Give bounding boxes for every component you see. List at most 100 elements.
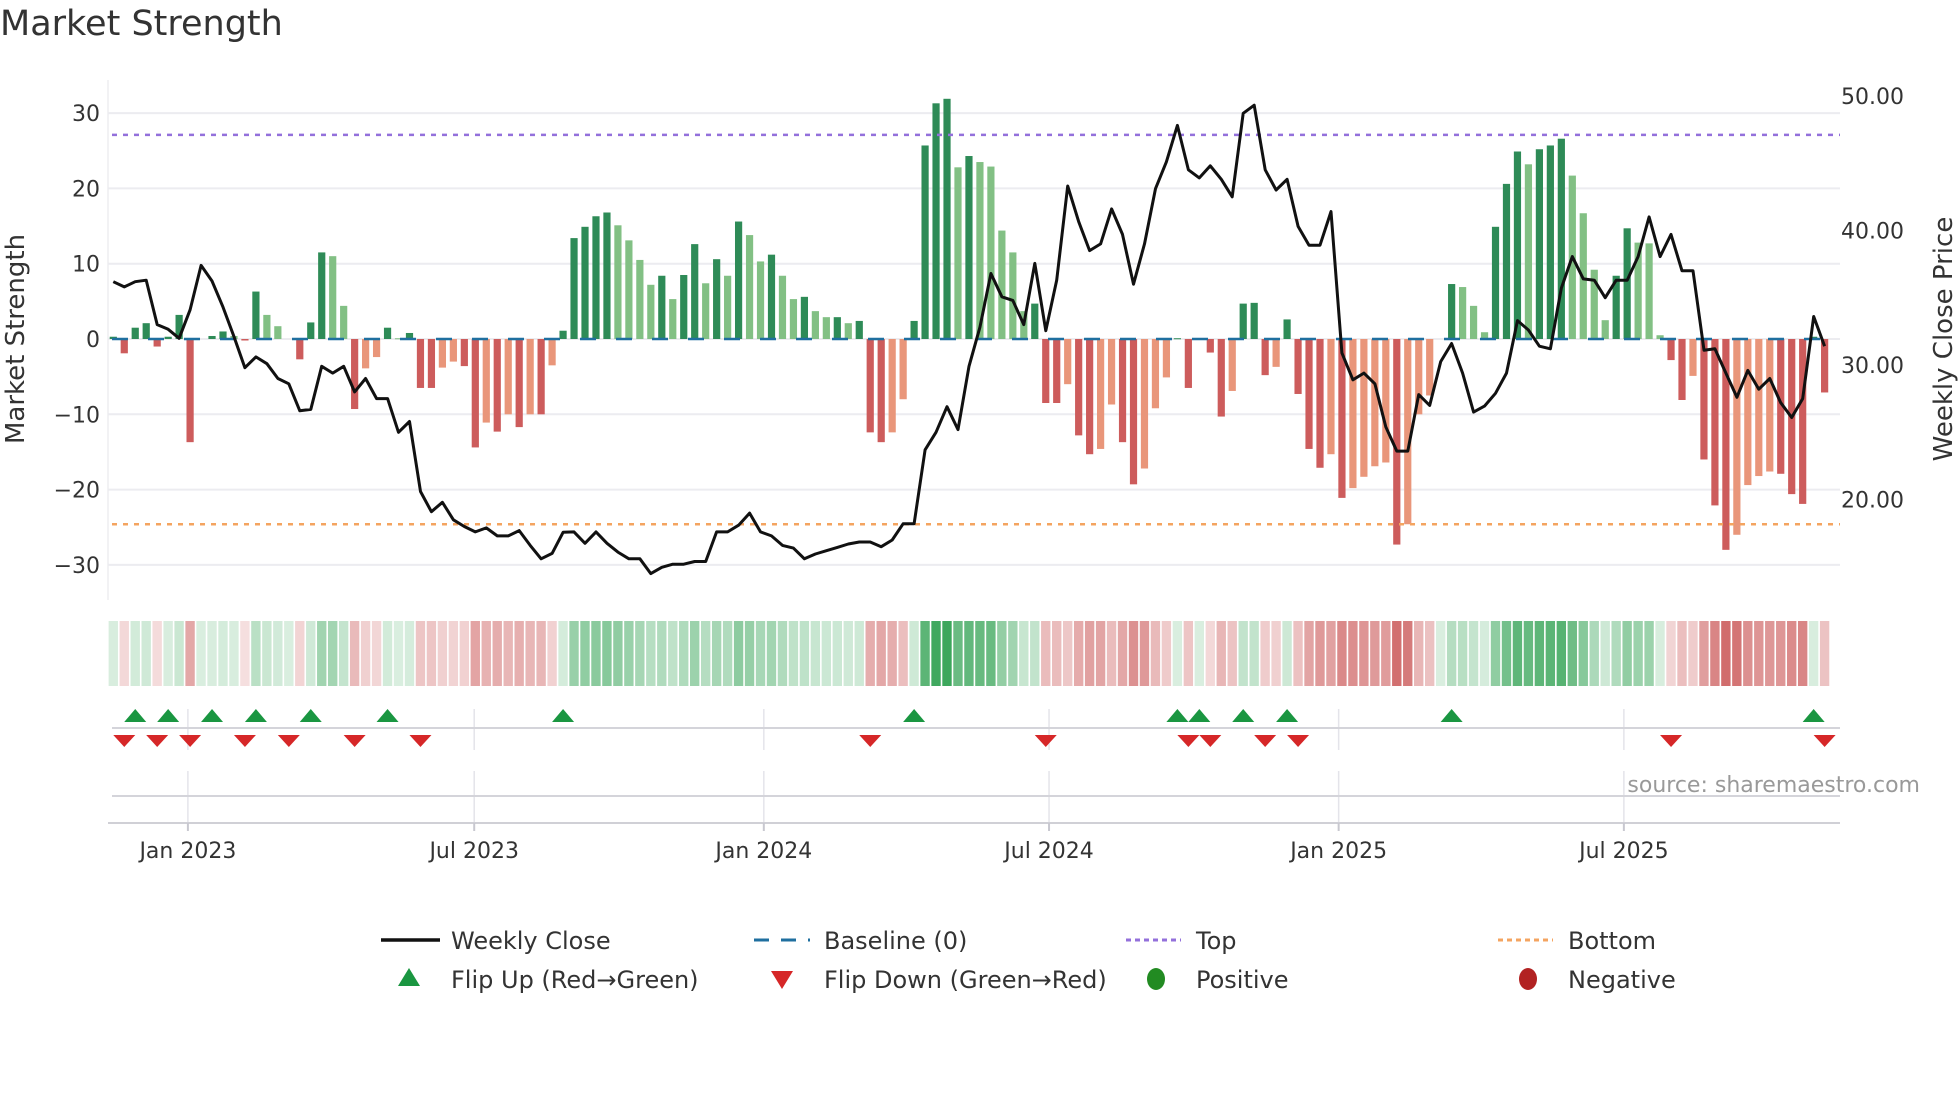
- bar-negative: [548, 339, 556, 366]
- bar-negative: [1349, 339, 1357, 489]
- heatmap-cell: [1172, 621, 1183, 686]
- x-tick-label: Jul 2023: [427, 839, 519, 864]
- heatmap-cell: [755, 621, 766, 686]
- bar-positive: [669, 299, 677, 339]
- heatmap-cell: [415, 621, 426, 686]
- bar-negative: [1689, 339, 1697, 376]
- heatmap-cell: [1205, 621, 1215, 686]
- heatmap-cell: [997, 621, 1007, 686]
- bar-negative: [120, 339, 128, 354]
- bar-positive: [987, 166, 995, 339]
- heatmap-cell: [152, 621, 162, 686]
- heatmap-cell: [382, 621, 393, 686]
- heatmap-cell: [273, 621, 283, 686]
- legend-item-bottom: Bottom: [1498, 927, 1656, 955]
- legend: Weekly Close Baseline (0) Top Bottom Flip Up…: [381, 927, 1676, 994]
- bar-positive: [559, 330, 567, 339]
- heatmap-cell: [1677, 621, 1687, 686]
- red-dot-icon: [1519, 968, 1537, 990]
- bar-positive: [921, 145, 929, 339]
- bar-positive: [1601, 320, 1609, 339]
- legend-item-flip-down: Flip Down (Green→Red): [771, 966, 1107, 994]
- bar-positive: [1491, 226, 1500, 339]
- flip-down-marker: [233, 735, 256, 747]
- heatmap-cell: [1293, 621, 1303, 686]
- bar-positive: [1031, 303, 1039, 339]
- heatmap-cell: [1776, 621, 1786, 686]
- heatmap-cell: [141, 621, 151, 686]
- heatmap-cell: [1457, 621, 1468, 686]
- triangle-up-icon: [398, 968, 420, 986]
- heatmap-cell: [1249, 621, 1259, 686]
- heatmap-cell: [1578, 621, 1588, 686]
- y-tick-label: 0: [86, 328, 100, 353]
- heatmap-cell: [1150, 621, 1161, 686]
- x-tick-label: Jan 2024: [713, 839, 812, 864]
- flip-up-marker: [299, 709, 322, 722]
- heatmap-cell: [1435, 621, 1446, 686]
- bar-negative: [1733, 339, 1741, 535]
- heatmap-cell: [317, 621, 327, 686]
- bar-negative: [241, 339, 249, 341]
- legend-label: Flip Down (Green→Red): [824, 966, 1107, 994]
- bar-negative: [1140, 339, 1149, 469]
- strength-bars: [109, 98, 1829, 550]
- heatmap-cell: [1030, 621, 1040, 686]
- bar-positive: [658, 275, 666, 339]
- heatmap-cell: [1315, 621, 1325, 686]
- heatmap-cell: [492, 621, 502, 686]
- heatmap-cell: [295, 621, 305, 686]
- bar-positive: [724, 275, 732, 339]
- bar-negative: [1426, 339, 1434, 396]
- bar-positive: [603, 212, 611, 339]
- heatmap-cell: [470, 621, 480, 686]
- heatmap-cell: [1161, 621, 1172, 686]
- heatmap-cell: [448, 621, 459, 686]
- bar-positive: [910, 320, 918, 339]
- bar-positive: [647, 284, 655, 339]
- heatmap-cell: [437, 621, 448, 686]
- heatmap-cell: [426, 621, 437, 686]
- heatmap-cell: [843, 621, 853, 686]
- bar-positive: [252, 291, 260, 339]
- bar-positive: [1535, 149, 1543, 339]
- y-tick-label: 10: [72, 253, 100, 278]
- heatmap-cell: [404, 621, 415, 686]
- flip-down-marker: [113, 735, 136, 747]
- bar-negative: [1075, 339, 1083, 436]
- y2-tick-label: 20.00: [1841, 489, 1904, 514]
- heatmap-cell: [1644, 621, 1654, 686]
- heatmap-cell: [1600, 621, 1610, 686]
- bar-positive: [208, 335, 216, 339]
- flip-down-marker: [1177, 735, 1200, 747]
- bar-negative: [1393, 339, 1401, 545]
- heatmap-cell: [821, 621, 832, 686]
- heatmap-cell: [1699, 621, 1709, 686]
- legend-label: Positive: [1196, 966, 1289, 994]
- bar-negative: [1042, 339, 1050, 404]
- heatmap-cell: [1732, 621, 1742, 686]
- flip-down-marker: [179, 735, 202, 747]
- heatmap-cell: [975, 621, 985, 686]
- bar-positive: [1448, 284, 1456, 339]
- bar-positive: [954, 167, 962, 339]
- heatmap-cell: [1710, 621, 1720, 686]
- bar-negative: [1327, 339, 1335, 455]
- bar-negative: [186, 339, 194, 443]
- bar-negative: [372, 339, 381, 358]
- bar-negative: [1744, 339, 1752, 486]
- bar-negative: [482, 339, 490, 423]
- heatmap-cell: [1414, 621, 1424, 686]
- bar-positive: [581, 226, 589, 339]
- bar-negative: [460, 339, 468, 367]
- flip-down-marker: [1660, 735, 1683, 747]
- heatmap-cell: [690, 621, 700, 686]
- heatmap-cell: [711, 621, 722, 686]
- bar-positive: [691, 244, 699, 339]
- bar-positive: [1469, 305, 1478, 339]
- bar-negative: [1305, 339, 1313, 449]
- heatmap-cell: [953, 621, 963, 686]
- bar-negative: [449, 339, 457, 362]
- heatmap-cell: [1721, 621, 1731, 686]
- bar-positive: [570, 238, 578, 339]
